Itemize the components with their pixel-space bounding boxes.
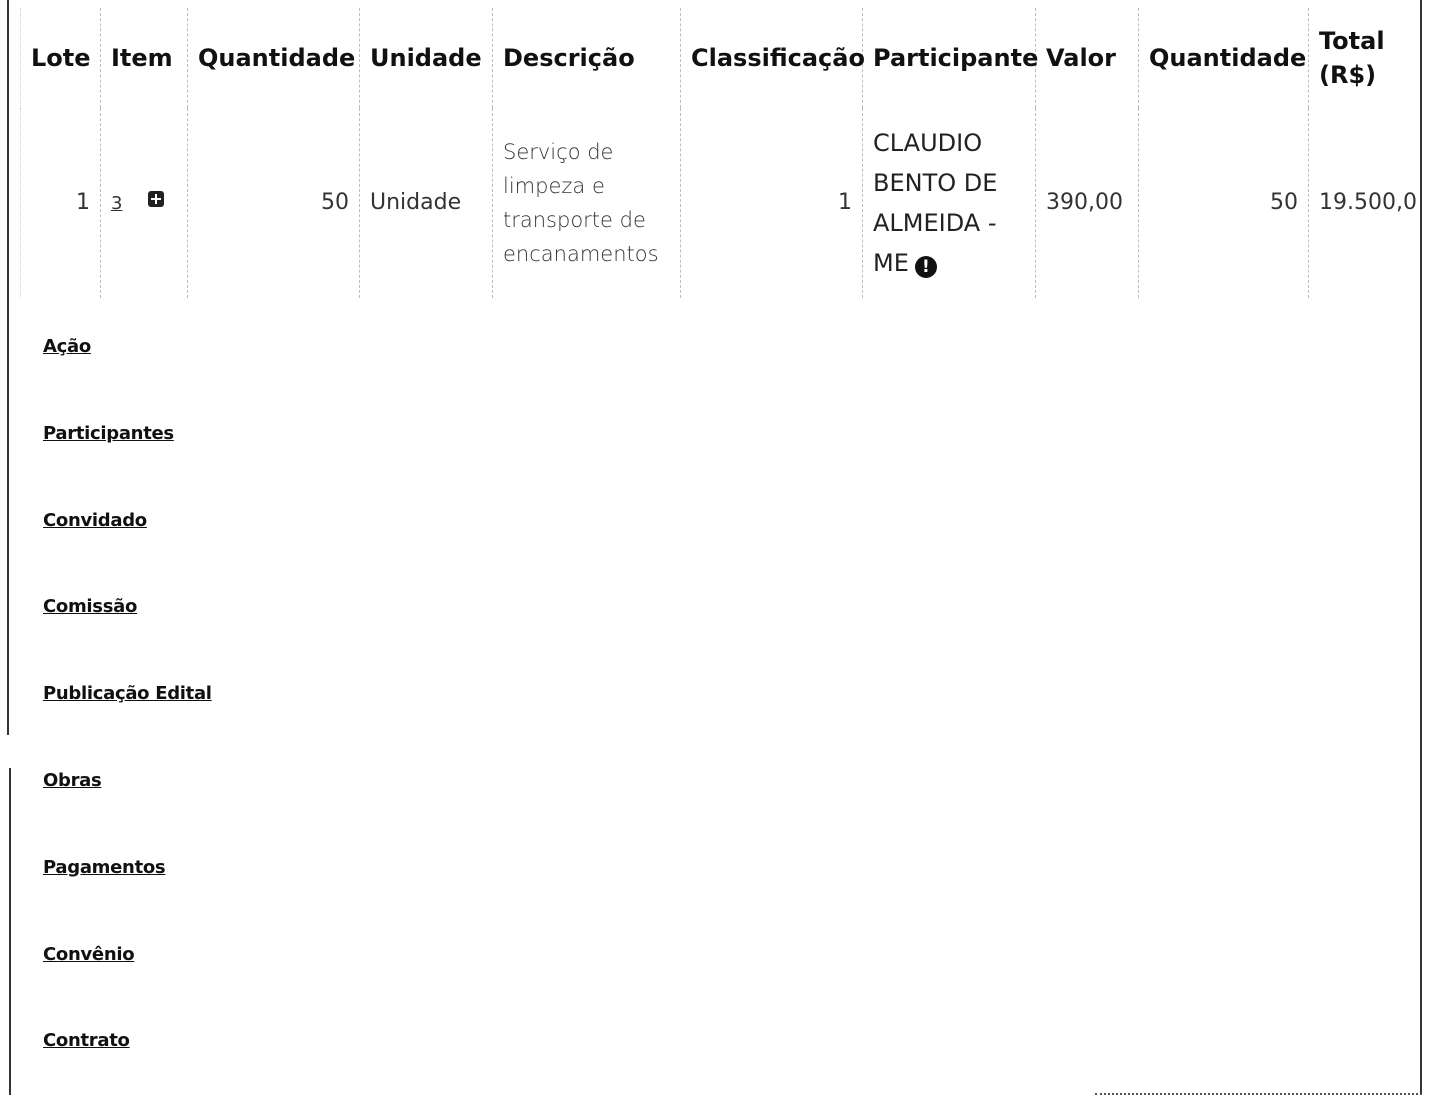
table-header-row: Lote Item Quantidade Unidade Descrição C… (20, 8, 1421, 108)
table-row: 1 3 50 Unidade Serviço de limpeza e tran… (20, 108, 1421, 298)
cell-quantidade-2: 50 (1138, 108, 1309, 298)
header-item: Item (100, 8, 188, 108)
header-quantidade: Quantidade (187, 8, 360, 108)
nav-link-acao[interactable]: Ação (43, 336, 212, 423)
cell-lote: 1 (20, 108, 101, 298)
cell-item: 3 (100, 108, 188, 298)
header-quantidade-2: Quantidade (1138, 8, 1309, 108)
cell-total: 19.500,0 (1308, 108, 1421, 298)
header-total: Total (R$) (1308, 8, 1421, 108)
cell-classificacao: 1 (680, 108, 863, 298)
nav-link-convidado[interactable]: Convidado (43, 510, 212, 597)
nav-link-pagamentos[interactable]: Pagamentos (43, 857, 212, 944)
participant-name: CLAUDIO BENTO DE ALMEIDA - ME (873, 129, 998, 277)
nav-link-comissao[interactable]: Comissão (43, 596, 212, 683)
header-lote: Lote (20, 8, 101, 108)
cell-valor: 390,00 (1035, 108, 1139, 298)
cell-quantidade: 50 (187, 108, 360, 298)
items-table-container: Lote Item Quantidade Unidade Descrição C… (20, 8, 1421, 298)
header-descricao: Descrição (492, 8, 681, 108)
left-border-lower (9, 768, 11, 1095)
item-link[interactable]: 3 (111, 193, 122, 214)
left-border (7, 0, 9, 735)
cell-participante: CLAUDIO BENTO DE ALMEIDA - ME! (862, 108, 1036, 298)
header-unidade: Unidade (359, 8, 493, 108)
cell-descricao: Serviço de limpeza e transporte de encan… (492, 108, 681, 298)
header-participante: Participante (862, 8, 1038, 108)
nav-link-participantes[interactable]: Participantes (43, 423, 212, 510)
header-valor: Valor (1035, 8, 1139, 108)
nav-link-convenio[interactable]: Convênio (43, 944, 212, 1031)
exclamation-circle-icon[interactable]: ! (914, 256, 937, 278)
items-table: Lote Item Quantidade Unidade Descrição C… (20, 8, 1421, 298)
plus-square-icon[interactable] (148, 190, 165, 207)
nav-link-publicacao-edital[interactable]: Publicação Edital (43, 683, 212, 770)
nav-link-contrato[interactable]: Contrato (43, 1030, 212, 1117)
header-classificacao: Classificação (680, 8, 865, 108)
cell-unidade: Unidade (359, 108, 493, 298)
section-nav: Ação Participantes Convidado Comissão Pu… (43, 336, 212, 1117)
nav-link-obras[interactable]: Obras (43, 770, 212, 857)
